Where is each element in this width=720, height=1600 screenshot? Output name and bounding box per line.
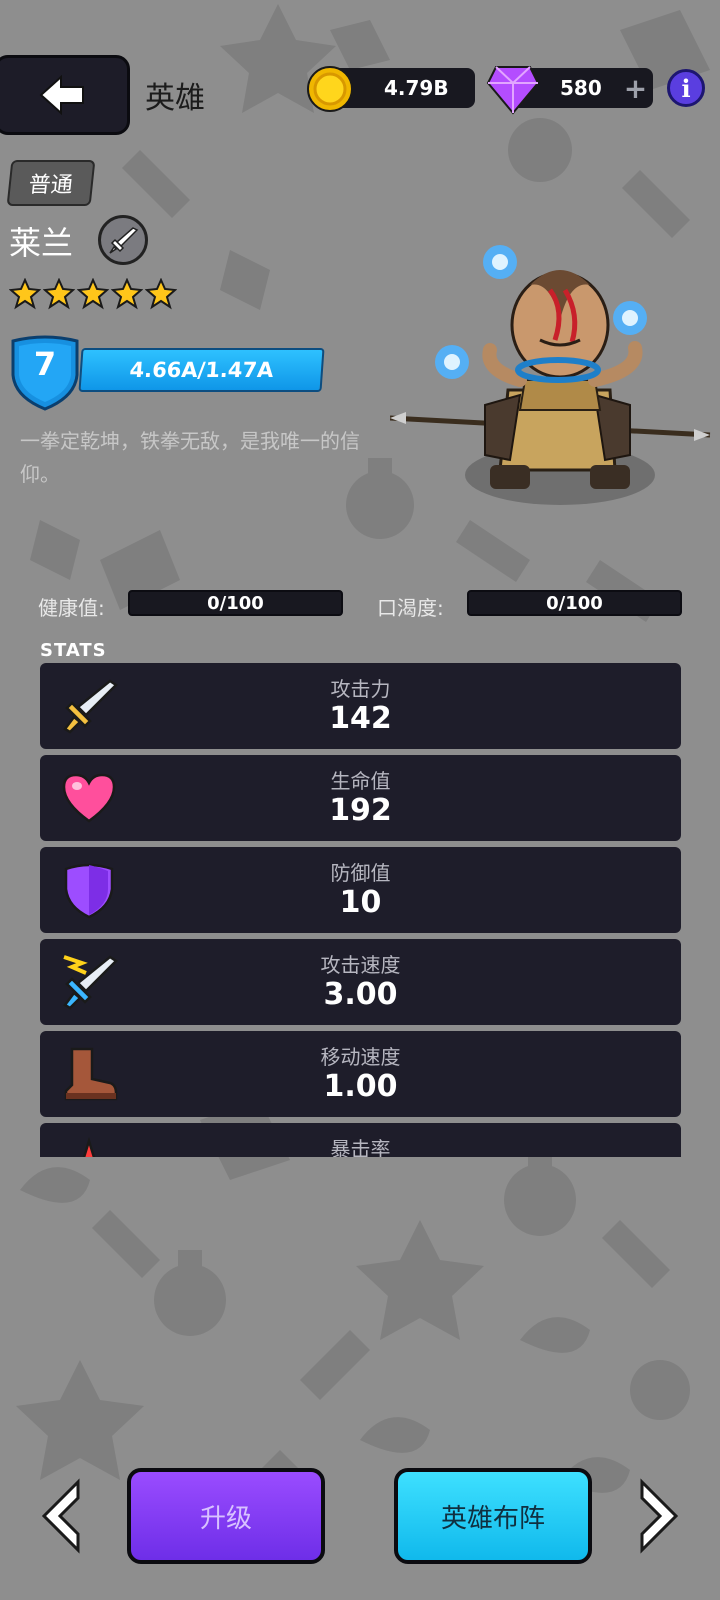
stat-value: 10 xyxy=(339,885,382,920)
star-rating xyxy=(9,278,177,310)
prev-hero-arrow[interactable] xyxy=(38,1478,82,1554)
star-icon xyxy=(111,278,143,310)
hero-class-badge xyxy=(98,215,148,265)
gem-amount: 580 xyxy=(560,76,602,100)
stat-row-attack-speed: 攻击速度 3.00 xyxy=(40,939,681,1025)
stat-value: 3.00 xyxy=(323,977,398,1012)
stat-label: 攻击力 xyxy=(330,677,391,701)
star-icon xyxy=(9,278,41,310)
thirst-meter: 0/100 xyxy=(467,590,682,616)
next-hero-arrow[interactable] xyxy=(638,1478,682,1554)
hero-level: 7 xyxy=(33,345,57,383)
hero-name: 莱兰 xyxy=(9,224,74,262)
coin-icon xyxy=(307,66,353,112)
stats-list[interactable]: 攻击力 142 生命值 192 防御值 10 攻击速度 3.00 移动速度 1.… xyxy=(40,663,681,1157)
hero-description: 一拳定乾坤，铁拳无敌，是我唯一的信仰。 xyxy=(20,429,360,486)
stat-label: 攻击速度 xyxy=(320,953,401,977)
back-button[interactable] xyxy=(0,55,130,135)
star-icon xyxy=(77,278,109,310)
top-bar: 英雄 4.79B 580 + i xyxy=(0,55,720,135)
stat-value: 1.00 xyxy=(323,1069,398,1104)
stats-title: STATS xyxy=(40,640,107,661)
stat-label: 生命值 xyxy=(330,769,391,793)
upgrade-button[interactable]: 升级 xyxy=(127,1468,325,1564)
stat-label: 移动速度 xyxy=(320,1045,401,1069)
star-icon xyxy=(145,278,177,310)
rarity-badge: 普通 xyxy=(6,160,96,206)
stat-row-attack: 攻击力 142 xyxy=(40,663,681,749)
stat-label: 防御值 xyxy=(330,861,391,885)
star-icon xyxy=(43,278,75,310)
stat-row-crit-rate: 暴击率 xyxy=(40,1123,681,1157)
sword-class-icon xyxy=(109,227,139,254)
info-button[interactable]: i xyxy=(667,69,705,107)
thirst-label: 口渴度: xyxy=(377,596,444,620)
hero-portrait xyxy=(390,245,711,505)
add-gems-button[interactable]: + xyxy=(624,72,647,105)
stat-row-move-speed: 移动速度 1.00 xyxy=(40,1031,681,1117)
health-label: 健康值: xyxy=(38,596,105,620)
stat-row-health: 生命值 192 xyxy=(40,755,681,841)
gem-icon xyxy=(486,66,540,115)
page-title: 英雄 xyxy=(145,81,205,116)
back-arrow-icon xyxy=(39,74,84,116)
coin-amount: 4.79B xyxy=(384,76,449,100)
xp-bar: 4.66A/1.47A xyxy=(78,348,325,392)
health-meter: 0/100 xyxy=(128,590,343,616)
stat-value: 192 xyxy=(329,793,392,828)
stat-row-defense: 防御值 10 xyxy=(40,847,681,933)
stat-label: 暴击率 xyxy=(330,1137,391,1157)
stat-value: 142 xyxy=(329,701,392,736)
hero-formation-button[interactable]: 英雄布阵 xyxy=(394,1468,592,1564)
